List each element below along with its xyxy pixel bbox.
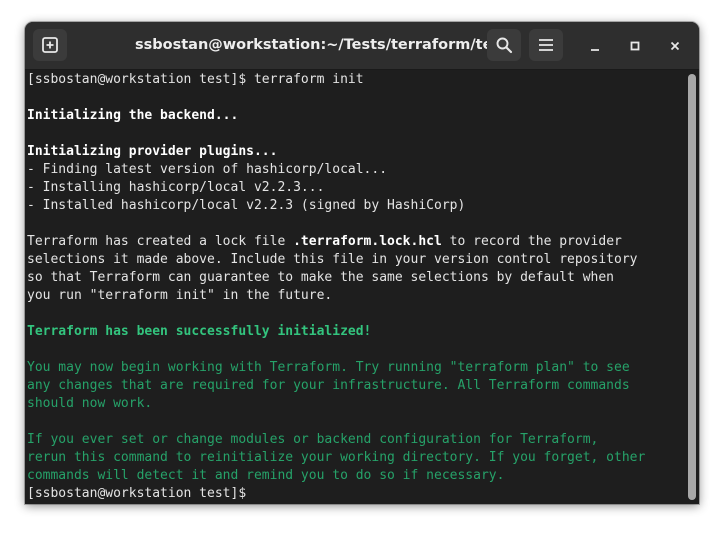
terminal-line: If you ever set or change modules or bac…: [27, 432, 599, 447]
terminal-output[interactable]: [ssbostan@workstation test]$ terraform i…: [25, 70, 685, 504]
terminal-line: Terraform has been successfully initiali…: [27, 324, 372, 339]
hamburger-menu-icon: [539, 39, 553, 51]
minimize-button[interactable]: [583, 34, 607, 58]
search-button[interactable]: [487, 29, 521, 61]
terminal-window: ssbostan@workstation:~/Tests/terraform/t…: [25, 22, 699, 504]
terminal-line: - Finding latest version of hashicorp/lo…: [27, 162, 388, 177]
terminal-line: Initializing the backend...: [27, 108, 239, 123]
new-tab-button[interactable]: [33, 29, 67, 61]
terminal-line: - Installed hashicorp/local v2.2.3 (sign…: [27, 198, 466, 213]
magnifier-search-icon: [496, 37, 513, 54]
terminal-line: You may now begin working with Terraform…: [27, 360, 630, 375]
terminal-line: should now work.: [27, 396, 153, 411]
terminal-line: [ssbostan@workstation test]$ terraform i…: [27, 72, 364, 87]
header-bar: ssbostan@workstation:~/Tests/terraform/t…: [25, 22, 699, 70]
terminal-line: Terraform has created a lock file .terra…: [27, 233, 685, 251]
terminal-line: commands will detect it and remind you t…: [27, 468, 505, 483]
scrollbar-thumb[interactable]: [688, 74, 696, 500]
main-menu-button[interactable]: [529, 29, 563, 61]
terminal-line: Initializing provider plugins...: [27, 144, 278, 159]
terminal-line: selections it made above. Include this f…: [27, 252, 638, 267]
window-title: ssbostan@workstation:~/Tests/terraform/t…: [135, 37, 508, 53]
terminal-line: rerun this command to reinitialize your …: [27, 450, 646, 465]
maximize-icon: [630, 41, 640, 51]
close-button[interactable]: [663, 34, 687, 58]
minimize-icon: [591, 49, 599, 51]
maximize-button[interactable]: [623, 34, 647, 58]
terminal-text-segment: to record the provider: [441, 234, 622, 249]
vertical-scrollbar[interactable]: [688, 74, 696, 500]
terminal-line: so that Terraform can guarantee to make …: [27, 270, 614, 285]
new-tab-plus-icon: [42, 37, 58, 53]
terminal-line: you run "terraform init" in the future.: [27, 288, 333, 303]
terminal-line: any changes that are required for your i…: [27, 378, 630, 393]
terminal-text-segment: .terraform.lock.hcl: [293, 234, 442, 249]
close-x-icon: [670, 41, 680, 51]
terminal-line: [ssbostan@workstation test]$: [27, 486, 254, 501]
terminal-line: - Installing hashicorp/local v2.2.3...: [27, 180, 325, 195]
terminal-text-segment: Terraform has created a lock file: [27, 234, 294, 249]
